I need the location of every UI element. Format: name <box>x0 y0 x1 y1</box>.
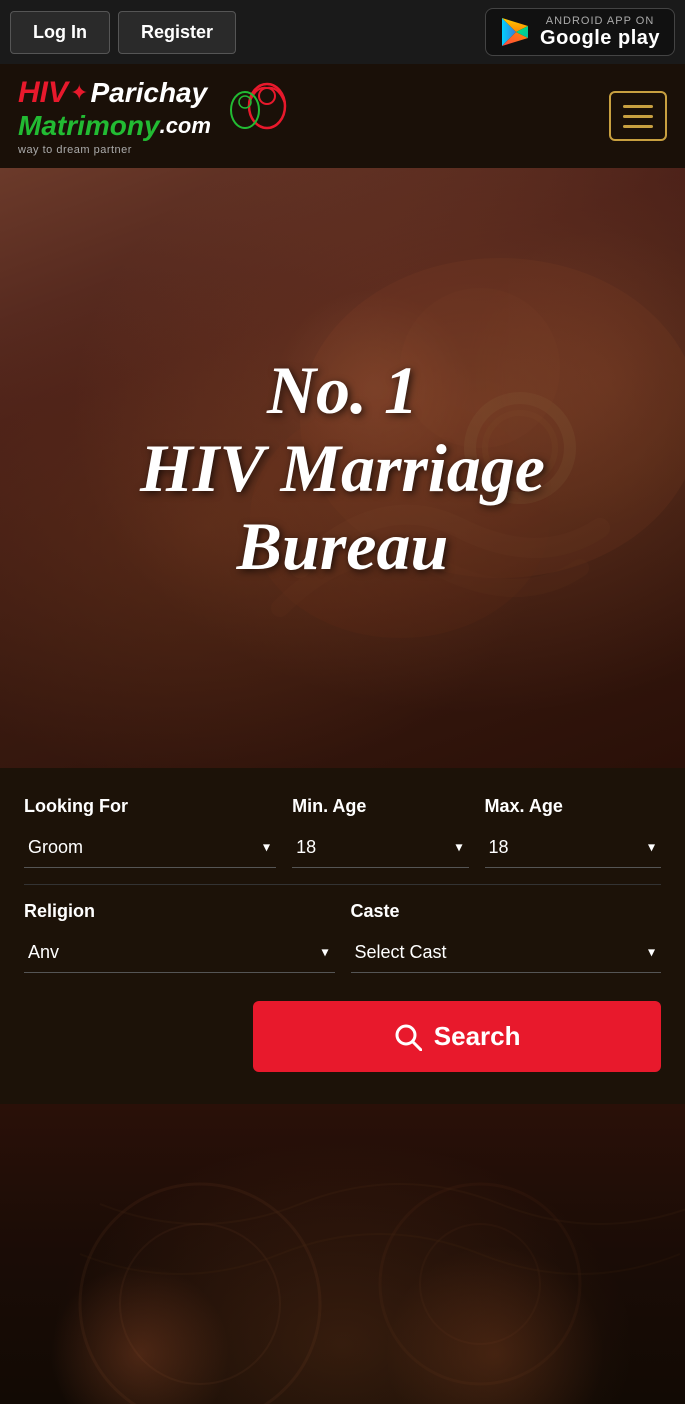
google-play-button[interactable]: ANDROID APP ON Google play <box>485 8 675 56</box>
google-play-label: Google play <box>540 27 660 49</box>
min-age-select[interactable]: 18 19 20 21 25 30 <box>292 827 468 867</box>
logo-matrimony: Matrimony <box>18 110 160 142</box>
hamburger-line-1 <box>623 105 653 108</box>
search-button-label: Search <box>434 1021 521 1052</box>
hero-headline: No. 1 HIV Marriage Bureau <box>140 351 545 586</box>
max-age-wrapper: 18 25 30 35 40 ▾ <box>485 827 661 868</box>
logo-row2: Matrimony .com <box>18 110 211 142</box>
min-age-col: Min. Age 18 19 20 21 25 30 ▾ <box>292 796 468 868</box>
looking-for-select[interactable]: Groom Bride <box>24 827 276 867</box>
caste-wrapper: Select Cast Brahmin Kshatriya Vaishya Sh… <box>351 932 662 973</box>
logo-hiv: HIV <box>18 76 68 110</box>
hero-line2: HIV Marriage <box>140 430 545 506</box>
search-icon <box>394 1023 422 1051</box>
search-divider-1 <box>24 884 661 885</box>
search-row-1: Looking For Groom Bride ▾ Min. Age 18 19… <box>24 796 661 868</box>
hero-line3: Bureau <box>237 508 449 584</box>
android-app-label: ANDROID APP ON <box>540 15 660 27</box>
logo-area: HIV ✦ Parichay Matrimony .com way to dre… <box>18 76 297 156</box>
hamburger-line-2 <box>623 115 653 118</box>
max-age-label: Max. Age <box>485 796 661 817</box>
religion-wrapper: Anv Hindu Muslim Christian Sikh ▾ <box>24 932 335 973</box>
caste-col: Caste Select Cast Brahmin Kshatriya Vais… <box>351 901 662 973</box>
hero-line1: No. 1 <box>267 352 418 428</box>
logo-dotcom: .com <box>160 113 211 139</box>
religion-col: Religion Anv Hindu Muslim Christian Sikh… <box>24 901 335 973</box>
search-row-2: Religion Anv Hindu Muslim Christian Sikh… <box>24 901 661 973</box>
top-bar: Log In Register <box>0 0 685 64</box>
search-button[interactable]: Search <box>253 1001 661 1072</box>
min-age-label: Min. Age <box>292 796 468 817</box>
max-age-select[interactable]: 18 25 30 35 40 <box>485 827 661 867</box>
max-age-col: Max. Age 18 25 30 35 40 ▾ <box>485 796 661 868</box>
hamburger-menu-button[interactable] <box>609 91 667 141</box>
google-play-text-block: ANDROID APP ON Google play <box>540 15 660 49</box>
register-button[interactable]: Register <box>118 11 236 54</box>
search-panel: Looking For Groom Bride ▾ Min. Age 18 19… <box>0 768 685 1104</box>
min-age-wrapper: 18 19 20 21 25 30 ▾ <box>292 827 468 868</box>
religion-label: Religion <box>24 901 335 922</box>
logo-face-icon <box>217 76 297 156</box>
login-button[interactable]: Log In <box>10 11 110 54</box>
bottom-art-icon <box>0 1104 685 1404</box>
hero-title: No. 1 HIV Marriage Bureau <box>140 351 545 586</box>
search-svg-icon <box>394 1023 422 1051</box>
logo-row1: HIV ✦ Parichay <box>18 76 211 110</box>
caste-label: Caste <box>351 901 662 922</box>
logo-ribbon-icon: ✦ <box>70 80 88 106</box>
google-play-icon <box>500 16 532 48</box>
looking-for-wrapper: Groom Bride ▾ <box>24 827 276 868</box>
caste-select[interactable]: Select Cast Brahmin Kshatriya Vaishya Sh… <box>351 932 662 972</box>
bottom-section <box>0 1104 685 1404</box>
logo-text-block: HIV ✦ Parichay Matrimony .com way to dre… <box>18 76 211 156</box>
looking-for-label: Looking For <box>24 796 276 817</box>
logo-parichay: Parichay <box>90 77 207 109</box>
header: HIV ✦ Parichay Matrimony .com way to dre… <box>0 64 685 168</box>
religion-select[interactable]: Anv Hindu Muslim Christian Sikh <box>24 932 335 972</box>
hero-section: No. 1 HIV Marriage Bureau <box>0 168 685 768</box>
hamburger-line-3 <box>623 125 653 128</box>
search-button-row: Search <box>24 981 661 1072</box>
logo-tagline: way to dream partner <box>18 144 211 156</box>
looking-for-col: Looking For Groom Bride ▾ <box>24 796 276 868</box>
